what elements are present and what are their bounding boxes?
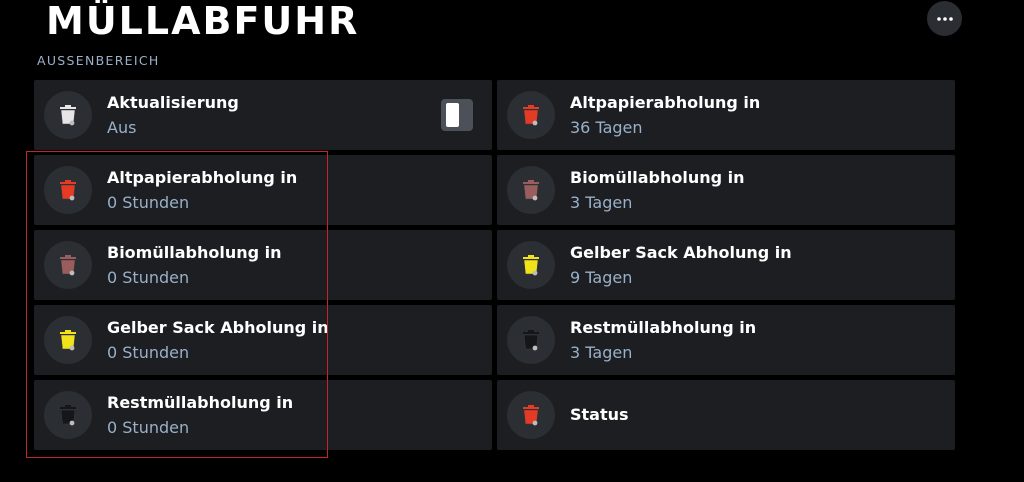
entity-name: Altpapierabholung in	[107, 168, 298, 187]
tile-text: Gelber Sack Abholung in 0 Stunden	[107, 317, 329, 364]
tile-text: Aktualisierung Aus	[107, 92, 239, 139]
entity-tile[interactable]: Biomüllabholung in 0 Stunden	[34, 230, 492, 300]
trash-bin-icon	[58, 328, 78, 352]
tile-text: Gelber Sack Abholung in 9 Tagen	[570, 242, 792, 289]
trash-bin-icon	[521, 253, 541, 277]
entity-state: 3 Tagen	[570, 343, 633, 362]
entity-state: Aus	[107, 118, 137, 137]
entity-name: Restmüllabholung in	[107, 393, 294, 412]
trash-bin-icon	[521, 403, 541, 427]
tile-text: Altpapierabholung in 36 Tagen	[570, 92, 760, 139]
entity-tile[interactable]: Aktualisierung Aus	[34, 80, 492, 150]
entity-tile[interactable]: Biomüllabholung in 3 Tagen	[497, 155, 955, 225]
icon-badge	[44, 91, 92, 139]
tile-text: Biomüllabholung in 3 Tagen	[570, 167, 745, 214]
entity-state: 0 Stunden	[107, 343, 190, 362]
entity-grid: Aktualisierung Aus Altpapierabholung in 36 …	[34, 80, 955, 450]
trash-bin-icon	[521, 103, 541, 127]
toggle-switch[interactable]	[441, 99, 473, 131]
entity-tile[interactable]: Status	[497, 380, 955, 450]
tile-text: Restmüllabholung in 0 Stunden	[107, 392, 293, 439]
entity-state: 9 Tagen	[570, 268, 633, 287]
icon-badge	[44, 241, 92, 289]
icon-badge	[507, 241, 555, 289]
entity-name: Gelber Sack Abholung in	[107, 318, 329, 337]
section-label: AUSSENBEREICH	[37, 53, 160, 68]
entity-tile[interactable]: Restmüllabholung in 0 Stunden	[34, 380, 492, 450]
entity-state: 0 Stunden	[107, 268, 190, 287]
tile-text: Restmüllabholung in 3 Tagen	[570, 317, 756, 364]
more-options-button[interactable]	[927, 1, 962, 36]
trash-bin-icon	[58, 103, 78, 127]
trash-bin-icon	[58, 178, 78, 202]
icon-badge	[44, 316, 92, 364]
entity-tile[interactable]: Restmüllabholung in 3 Tagen	[497, 305, 955, 375]
entity-name: Gelber Sack Abholung in	[570, 243, 792, 262]
entity-tile[interactable]: Gelber Sack Abholung in 9 Tagen	[497, 230, 955, 300]
entity-tile[interactable]: Altpapierabholung in 36 Tagen	[497, 80, 955, 150]
entity-name: Altpapierabholung in	[570, 93, 761, 112]
trash-bin-icon	[521, 328, 541, 352]
icon-badge	[507, 91, 555, 139]
entity-tile[interactable]: Altpapierabholung in 0 Stunden	[34, 155, 492, 225]
trash-bin-icon	[58, 253, 78, 277]
icon-badge	[507, 391, 555, 439]
entity-name: Biomüllabholung in	[107, 243, 282, 262]
entity-state: 0 Stunden	[107, 193, 190, 212]
page-title: MÜLLABFUHR	[46, 0, 360, 43]
trash-bin-icon	[58, 403, 78, 427]
trash-bin-icon	[521, 178, 541, 202]
entity-name: Biomüllabholung in	[570, 168, 745, 187]
entity-state: 0 Stunden	[107, 418, 190, 437]
tile-text: Altpapierabholung in 0 Stunden	[107, 167, 297, 214]
icon-badge	[44, 391, 92, 439]
icon-badge	[507, 316, 555, 364]
entity-state: 36 Tagen	[570, 118, 643, 137]
entity-name: Restmüllabholung in	[570, 318, 757, 337]
icon-badge	[507, 166, 555, 214]
entity-name: Aktualisierung	[107, 93, 239, 112]
tile-text: Biomüllabholung in 0 Stunden	[107, 242, 282, 289]
tile-text: Status	[570, 404, 629, 426]
entity-state: 3 Tagen	[570, 193, 633, 212]
toggle-knob	[446, 103, 459, 127]
page: MÜLLABFUHR AUSSENBEREICH Aktualisierung A…	[0, 0, 1024, 482]
entity-tile[interactable]: Gelber Sack Abholung in 0 Stunden	[34, 305, 492, 375]
icon-badge	[44, 166, 92, 214]
more-horizontal-icon	[936, 16, 953, 21]
entity-name: Status	[570, 405, 629, 424]
